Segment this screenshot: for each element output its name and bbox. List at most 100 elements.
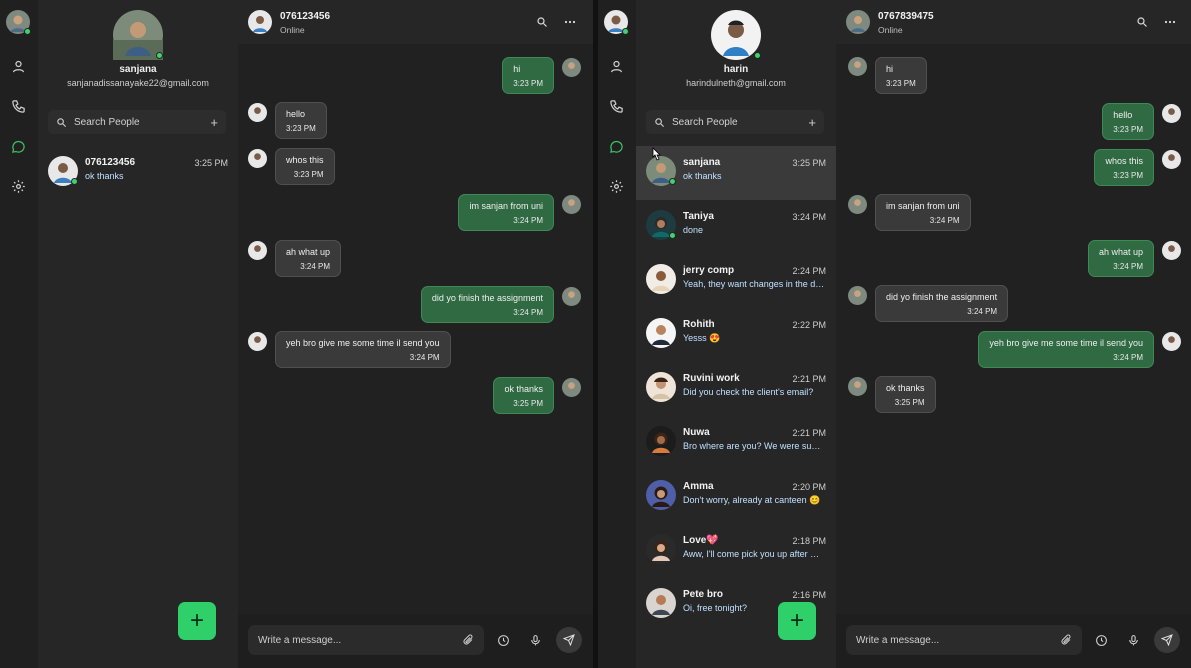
clock-icon[interactable] [1093,632,1109,648]
sender-avatar [848,286,867,305]
contact-avatar [646,264,676,294]
message-time: 3:24 PM [300,262,331,271]
message-bubble-incoming: yeh bro give me some time il send you 3:2… [275,331,451,368]
user-icon[interactable] [607,57,625,75]
send-button[interactable] [1154,627,1180,653]
message-time: 3:25 PM [513,399,543,408]
mic-icon[interactable] [1125,632,1141,648]
message-text: hello [1113,110,1133,120]
more-icon[interactable] [1163,15,1177,29]
search-input[interactable]: Search People + [48,110,226,134]
message-bubble-incoming: ok thanks 3:25 PM [875,376,936,413]
chat-list-panel: harin harindulneth@gmail.com Search Peop… [636,0,836,668]
sender-avatar [248,241,267,260]
profile-avatar [711,10,761,60]
sender-avatar [562,58,581,77]
search-input[interactable]: Search People + [646,110,824,134]
sender-avatar [248,332,267,351]
chat-item[interactable]: Nuwa 2:21 PM Bro where are you? We were … [636,416,836,470]
message-text: hello [286,109,306,119]
chat-time: 3:25 PM [792,158,826,168]
search-icon[interactable] [1135,15,1149,29]
chat-last-message: done [683,225,704,235]
chat-item[interactable]: Taniya 3:24 PM done [636,200,836,254]
message-time: 3:24 PM [513,308,543,317]
contact-avatar[interactable] [248,10,272,34]
message-time: 3:24 PM [1113,353,1143,362]
message-bubble-incoming: im sanjan from uni 3:24 PM [875,194,971,231]
message-text: hi [513,64,521,74]
online-dot [754,52,761,59]
composer: Write a message... [238,614,593,668]
add-contact-button[interactable]: + [808,115,816,130]
gear-icon[interactable] [9,177,27,195]
chat-time: 2:16 PM [792,590,826,600]
chat-item[interactable]: Love💖 2:18 PM Aww, I'll come pick you up… [636,524,836,578]
mic-icon[interactable] [527,632,543,648]
sender-avatar [248,149,267,168]
contact-avatar [646,534,676,564]
message-time: 3:23 PM [1113,125,1143,134]
contact-avatar [646,480,676,510]
chat-time: 2:21 PM [792,374,826,384]
chat-name: sanjana [683,157,721,168]
chat-name: Nuwa [683,427,710,438]
window-sanjana: sanjana sanjanadissanayake22@gmail.com S… [0,0,593,668]
chat-item[interactable]: Ruvini work 2:21 PM Did you check the cl… [636,362,836,416]
phone-icon[interactable] [9,97,27,115]
search-icon[interactable] [535,15,549,29]
attach-icon[interactable] [1060,634,1072,646]
message-bubble-outgoing: im sanjan from uni 3:24 PM [458,194,554,231]
chat-time: 2:24 PM [792,266,826,276]
user-icon[interactable] [9,57,27,75]
chat-item[interactable]: jerry comp 2:24 PM Yeah, they want chang… [636,254,836,308]
contact-status: Online [280,25,305,35]
message-time: 3:23 PM [886,79,916,88]
contact-status: Online [878,25,903,35]
message-bubble-incoming: hello 3:23 PM [275,102,327,139]
contact-number: 076123456 [280,11,331,22]
profile-name: sanjana [119,64,157,75]
message-input[interactable]: Write a message... [248,625,484,655]
message-bubble-incoming: ah what up 3:24 PM [275,240,342,277]
chat-last-message: Yeah, they want changes in the design [683,279,825,289]
message-text: did yo finish the assignment [886,292,998,302]
chat-item[interactable]: 076123456 3:25 PM ok thanks [38,146,238,200]
message-text: ah what up [286,247,331,257]
chat-item[interactable]: Amma 2:20 PM Don't worry, already at can… [636,470,836,524]
message-text: im sanjan from uni [469,201,543,211]
search-placeholder: Search People [672,116,738,128]
chat-icon[interactable] [607,137,625,155]
sender-avatar [562,378,581,397]
chat-name: Amma [683,481,714,492]
mouse-cursor [652,147,661,161]
message-bubble-outgoing: hi 3:23 PM [502,57,554,94]
chat-item[interactable]: Rohith 2:22 PM Yesss 😍 [636,308,836,362]
new-chat-button[interactable]: + [778,602,816,640]
new-chat-button[interactable]: + [178,602,216,640]
gear-icon[interactable] [607,177,625,195]
phone-icon[interactable] [607,97,625,115]
chat-icon[interactable] [9,137,27,155]
chat-time: 2:21 PM [792,428,826,438]
message-text: ah what up [1098,247,1143,257]
chat-item-selected[interactable]: sanjana 3:25 PM ok thanks [636,146,836,200]
message-bubble-outgoing: did yo finish the assignment 3:24 PM [420,286,554,323]
clock-icon[interactable] [495,632,511,648]
add-contact-button[interactable]: + [210,115,218,130]
sender-avatar [1162,150,1181,169]
contact-avatar[interactable] [846,10,870,34]
online-dot [156,52,163,59]
message-input[interactable]: Write a message... [846,625,1082,655]
chat-name: Taniya [683,211,714,222]
attach-icon[interactable] [462,634,474,646]
profile-avatar [113,10,163,60]
chat-last-message: Don't worry, already at canteen 😊 [683,495,821,505]
online-dot [622,28,629,35]
message-bubble-incoming: whos this 3:23 PM [275,148,335,185]
message-text: whos this [286,155,324,165]
more-icon[interactable] [563,15,577,29]
send-button[interactable] [556,627,582,653]
profile-name: harin [723,64,749,75]
chat-name: Ruvini work [683,373,740,384]
